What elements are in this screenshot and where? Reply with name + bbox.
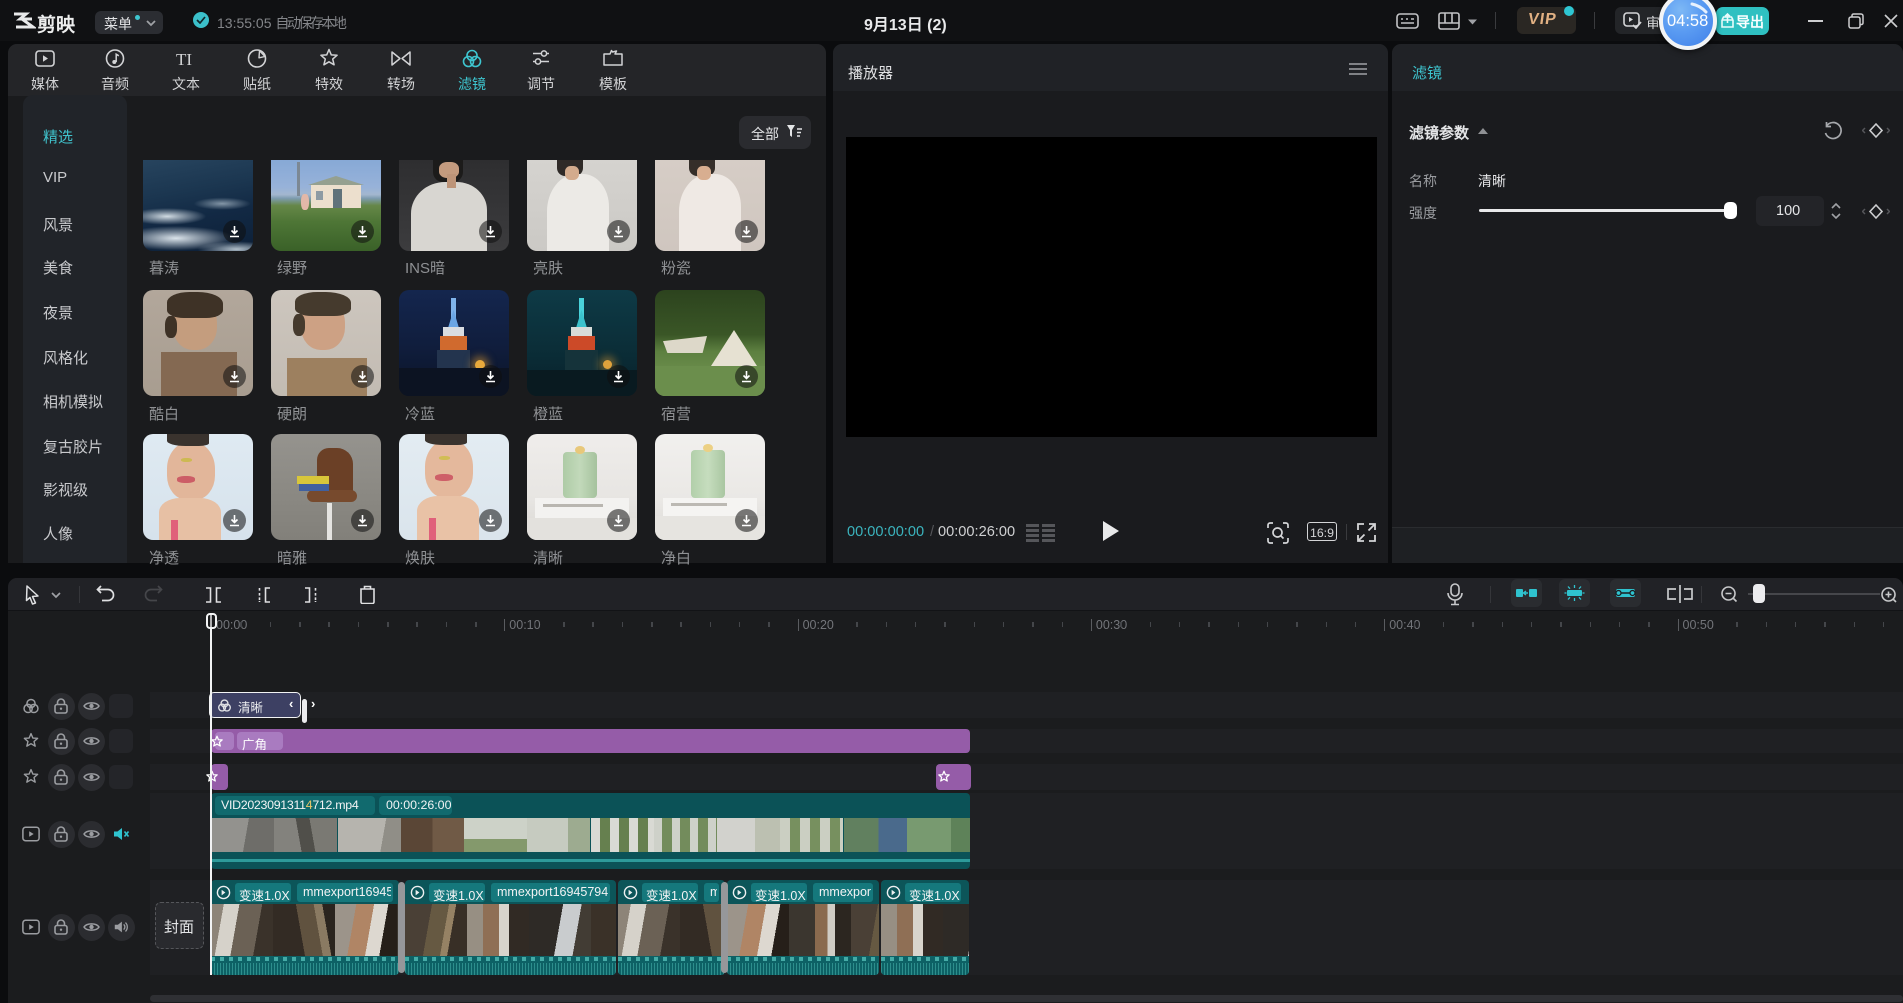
svg-text:TI: TI [176, 50, 192, 69]
